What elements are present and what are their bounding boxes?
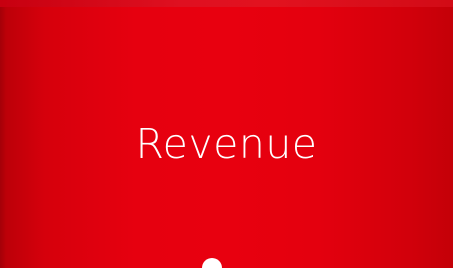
page-indicator-dot[interactable] <box>202 258 222 268</box>
revenue-tile[interactable]: Revenue <box>0 0 453 268</box>
tile-title: Revenue <box>135 120 318 168</box>
top-strip <box>0 0 453 7</box>
